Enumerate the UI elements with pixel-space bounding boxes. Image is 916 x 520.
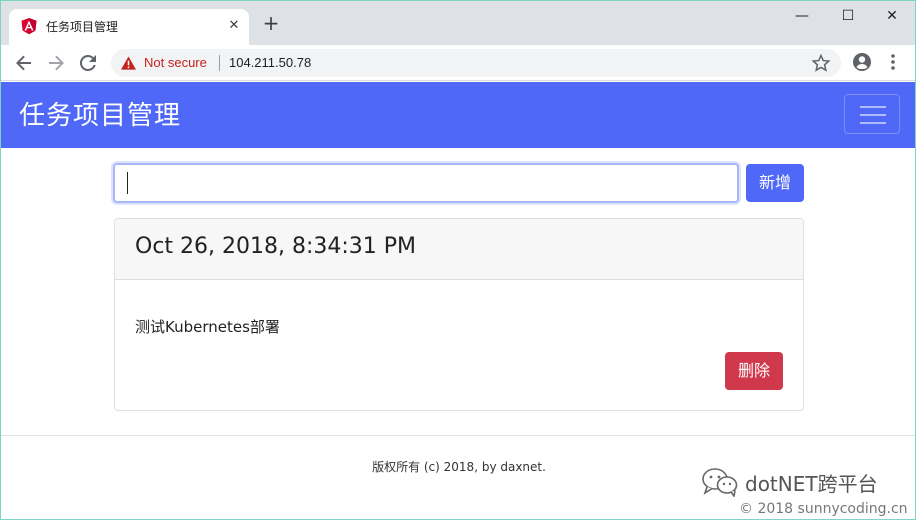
account-icon[interactable] [852,52,872,72]
security-status[interactable]: Not secure [144,55,207,70]
browser-toolbar: Not secure 104.211.50.78 [1,45,915,81]
task-card-header: Oct 26, 2018, 8:34:31 PM [115,219,803,280]
address-separator [219,55,220,71]
browser-menu-icon[interactable] [886,53,900,71]
task-description: 测试Kubernetes部署 [135,318,280,336]
hamburger-line-icon [860,122,886,124]
new-tab-button[interactable]: + [261,13,281,33]
task-timestamp: Oct 26, 2018, 8:34:31 PM [135,234,417,259]
task-input[interactable] [113,163,739,203]
watermark-name: dotNET跨平台 [745,472,878,496]
back-arrow-icon[interactable] [13,52,35,74]
watermark-copyright: © 2018 sunnycoding.cn [739,501,908,517]
url-text[interactable]: 104.211.50.78 [229,55,311,70]
reload-icon[interactable] [77,52,99,74]
navbar-toggler-button[interactable] [844,94,900,134]
add-task-button[interactable]: 新增 [746,164,804,202]
hamburger-line-icon [860,106,886,108]
angular-logo-icon [21,18,37,35]
footer-divider [1,435,915,436]
text-caret [127,172,128,194]
window-close-button[interactable]: ✕ [869,1,915,33]
forward-arrow-icon[interactable] [45,52,67,74]
warning-icon [121,56,136,70]
delete-task-button[interactable]: 删除 [725,352,783,390]
hamburger-line-icon [860,114,886,116]
bookmark-star-icon[interactable] [811,53,831,73]
address-bar[interactable]: Not secure 104.211.50.78 [111,49,841,77]
window-minimize-button[interactable]: — [779,1,825,33]
tab-close-icon[interactable]: ✕ [227,19,241,33]
app-brand[interactable]: 任务项目管理 [19,95,181,132]
app-navbar: 任务项目管理 [1,82,915,148]
browser-tabstrip: 任务项目管理 ✕ + — ☐ ✕ [1,1,915,45]
window-maximize-button[interactable]: ☐ [825,1,871,33]
browser-tab[interactable]: 任务项目管理 ✕ [9,9,249,45]
wechat-logo-icon [702,468,738,497]
tab-title: 任务项目管理 [46,20,119,34]
task-card: Oct 26, 2018, 8:34:31 PM 测试Kubernetes部署 … [114,218,804,411]
